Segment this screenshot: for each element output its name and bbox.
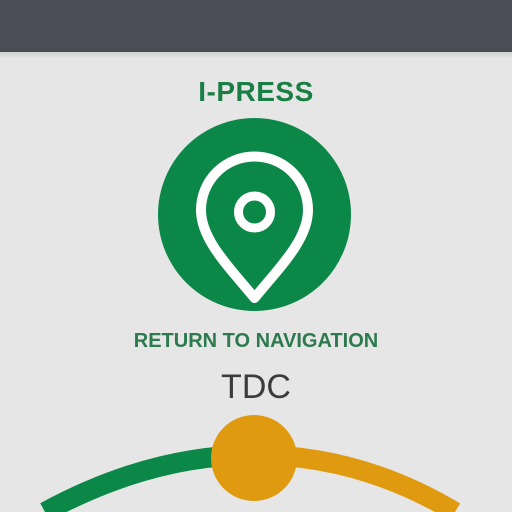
return-to-navigation-label[interactable]: RETURN TO NAVIGATION (0, 330, 512, 353)
top-bar (0, 0, 512, 52)
dial[interactable] (0, 400, 512, 512)
return-to-navigation-button[interactable] (158, 118, 351, 311)
dial-knob[interactable] (211, 415, 297, 501)
map-pin-icon (196, 151, 313, 303)
top-bar-shadow (0, 52, 512, 58)
app-title: I-PRESS (198, 76, 314, 107)
